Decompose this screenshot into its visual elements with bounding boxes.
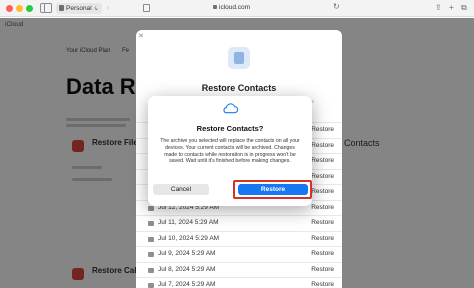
icloud-icon [223, 103, 238, 114]
archive-restore-link[interactable]: Restore [311, 157, 334, 164]
archive-row: Jul 10, 2024 5:29 AM Restore [136, 230, 342, 247]
archive-restore-link[interactable]: Restore [311, 266, 334, 273]
new-tab-icon[interactable]: + [449, 3, 454, 13]
cancel-button[interactable]: Cancel [153, 184, 209, 195]
archive-row: Jul 11, 2024 5:29 AM Restore [136, 215, 342, 231]
back-button[interactable]: ‹ [94, 3, 97, 13]
archive-icon [148, 283, 154, 288]
archive-icon [148, 205, 154, 211]
address-bar[interactable]: icloud.com [213, 3, 250, 13]
archive-row: Jul 7, 2024 5:29 AM Restore [136, 277, 342, 288]
dialog-message: The archive you selected will replace th… [160, 138, 300, 165]
archive-restore-link[interactable]: Restore [311, 250, 334, 257]
profile-label: Personal [66, 5, 92, 12]
tab-overview-icon[interactable]: ⧉ [461, 3, 467, 13]
archive-icon [148, 252, 154, 257]
archive-date: Jul 7, 2024 5:29 AM [158, 281, 216, 288]
archive-row: Jul 9, 2024 5:29 AM Restore [136, 246, 342, 262]
dialog-title: Restore Contacts? [196, 124, 264, 133]
archive-restore-link[interactable]: Restore [311, 219, 334, 226]
archive-restore-link[interactable]: Restore [311, 173, 334, 180]
archive-row: Jul 8, 2024 5:29 AM Restore [136, 261, 342, 278]
close-icon[interactable]: ✕ [138, 32, 144, 40]
archive-restore-link[interactable]: Restore [311, 126, 334, 133]
sidebar-toggle-icon[interactable] [40, 3, 52, 13]
archive-restore-link[interactable]: Restore [311, 142, 334, 149]
archive-icon [148, 236, 154, 242]
sheet-title: Restore Contacts [201, 83, 277, 93]
address-text: icloud.com [219, 4, 251, 11]
archive-restore-link[interactable]: Restore [311, 188, 334, 195]
archive-restore-link[interactable]: Restore [311, 204, 334, 211]
archive-icon [148, 221, 154, 226]
minimize-window-button[interactable] [16, 5, 23, 12]
browser-toolbar: Personal ⌄ ‹ › icloud.com ↻ ⇪ + ⧉ [0, 0, 474, 17]
archive-restore-link[interactable]: Restore [311, 235, 334, 242]
close-window-button[interactable] [6, 5, 13, 12]
share-icon[interactable]: ⇪ [435, 3, 442, 13]
archive-date: Jul 8, 2024 5:29 AM [158, 265, 216, 273]
lock-icon [213, 5, 217, 9]
archive-date: Jul 11, 2024 5:29 AM [158, 219, 219, 226]
archive-date: Jul 9, 2024 5:29 AM [158, 250, 216, 257]
forward-button[interactable]: › [107, 3, 110, 13]
restore-button-highlight [233, 180, 312, 199]
restore-confirm-dialog: Restore Contacts? The archive you select… [148, 96, 312, 206]
page-icon[interactable] [143, 4, 150, 12]
archive-date: Jul 10, 2024 5:29 AM [158, 234, 220, 242]
archive-restore-link[interactable]: Restore [311, 281, 334, 288]
contacts-icon [228, 47, 250, 69]
reload-icon[interactable]: ↻ [333, 2, 340, 11]
zoom-window-button[interactable] [26, 5, 33, 12]
archive-icon [148, 267, 154, 273]
profile-icon [59, 5, 64, 11]
